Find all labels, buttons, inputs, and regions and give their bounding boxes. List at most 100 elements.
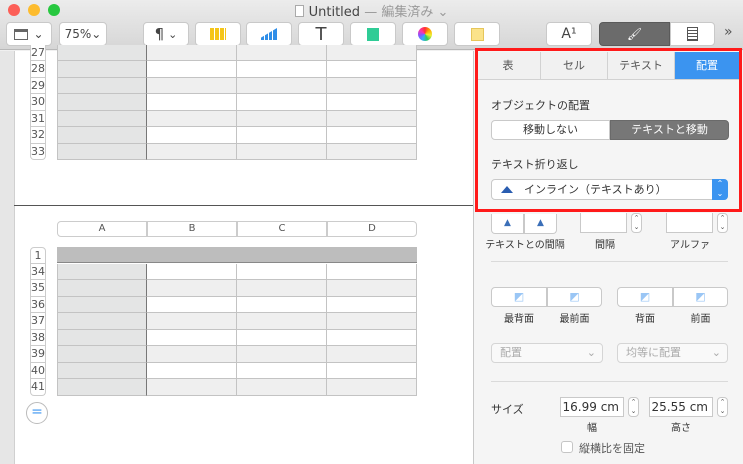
toolbar-overflow-button[interactable]: » bbox=[724, 24, 733, 40]
table-cell[interactable] bbox=[237, 61, 327, 78]
table-cell[interactable] bbox=[147, 61, 237, 78]
width-input[interactable]: 16.99 cm bbox=[560, 397, 624, 417]
column-header[interactable]: C bbox=[237, 221, 327, 237]
table-cell[interactable] bbox=[237, 44, 327, 61]
table-cell[interactable] bbox=[327, 379, 417, 396]
column-header[interactable]: B bbox=[147, 221, 237, 237]
table-cell[interactable] bbox=[327, 313, 417, 330]
table-cell[interactable] bbox=[327, 44, 417, 61]
table-cell[interactable] bbox=[327, 94, 417, 111]
align-dropdown[interactable]: 配置 ⌄ bbox=[491, 343, 603, 363]
text-box-button[interactable]: T bbox=[298, 22, 344, 46]
distribute-dropdown[interactable]: 均等に配置 ⌄ bbox=[617, 343, 728, 363]
table-cell[interactable] bbox=[327, 61, 417, 78]
spacing-input[interactable] bbox=[580, 213, 627, 233]
table-cell[interactable] bbox=[327, 77, 417, 94]
row-number[interactable]: 29 bbox=[30, 77, 46, 94]
format-button[interactable]: 🖌 bbox=[599, 22, 670, 46]
table-button[interactable] bbox=[195, 22, 241, 46]
table-cell[interactable] bbox=[147, 77, 237, 94]
table-cell[interactable] bbox=[327, 263, 417, 280]
table-cell[interactable] bbox=[237, 127, 327, 144]
paragraph-style-button[interactable]: ¶ ⌄ bbox=[143, 22, 189, 46]
width-stepper[interactable]: ⌃ ⌄ bbox=[628, 397, 639, 417]
table-cell[interactable] bbox=[327, 110, 417, 127]
table-cell[interactable] bbox=[57, 263, 147, 280]
shape-button[interactable] bbox=[350, 22, 396, 46]
table-cell[interactable] bbox=[327, 143, 417, 160]
row-number[interactable]: 36 bbox=[30, 296, 46, 313]
table-cell[interactable] bbox=[57, 362, 147, 379]
table-cell[interactable] bbox=[57, 77, 147, 94]
table-cell[interactable] bbox=[147, 94, 237, 111]
table-cell[interactable] bbox=[57, 313, 147, 330]
constrain-proportions-checkbox[interactable] bbox=[561, 441, 573, 453]
tab-1[interactable]: セル bbox=[541, 52, 608, 80]
table-cell[interactable] bbox=[237, 94, 327, 111]
table-cell[interactable] bbox=[147, 44, 237, 61]
table-cell[interactable] bbox=[147, 110, 237, 127]
row-number[interactable]: 40 bbox=[30, 362, 46, 379]
table-cell[interactable] bbox=[147, 379, 237, 396]
table-cell[interactable] bbox=[147, 313, 237, 330]
bring-to-front-button[interactable]: ◩ bbox=[547, 287, 602, 307]
segment-do-not-move[interactable]: 移動しない bbox=[491, 120, 610, 140]
row-number[interactable]: 41 bbox=[30, 379, 46, 396]
table-cell[interactable] bbox=[147, 346, 237, 363]
bring-forward-button[interactable]: ◩ bbox=[673, 287, 728, 307]
row-number[interactable]: 31 bbox=[30, 110, 46, 127]
table-cell[interactable] bbox=[57, 61, 147, 78]
table-cell[interactable] bbox=[327, 362, 417, 379]
table-cell[interactable] bbox=[237, 362, 327, 379]
table-cell[interactable] bbox=[147, 296, 237, 313]
row-number[interactable]: 30 bbox=[30, 94, 46, 111]
table-cell[interactable] bbox=[327, 127, 417, 144]
send-to-back-button[interactable]: ◩ bbox=[491, 287, 547, 307]
table-cell[interactable] bbox=[57, 143, 147, 160]
table-cell[interactable] bbox=[327, 296, 417, 313]
header-row[interactable] bbox=[57, 247, 417, 263]
row-number[interactable]: 35 bbox=[30, 280, 46, 297]
text-wrap-dropdown[interactable]: インライン（テキストあり） ⌃ ⌄ bbox=[491, 179, 728, 200]
row-number[interactable]: 33 bbox=[30, 143, 46, 160]
send-backward-button[interactable]: ◩ bbox=[617, 287, 673, 307]
tab-3[interactable]: 配置 bbox=[675, 52, 740, 80]
table-cell[interactable] bbox=[57, 346, 147, 363]
table-cell[interactable] bbox=[57, 94, 147, 111]
wrap-spacing-left-button[interactable]: ▲ bbox=[491, 214, 524, 234]
edited-status[interactable]: — 編集済み bbox=[364, 5, 433, 20]
segment-move-with-text[interactable]: テキストと移動 bbox=[610, 120, 729, 140]
format-text-button[interactable]: A¹ bbox=[546, 22, 592, 46]
comment-button[interactable] bbox=[454, 22, 500, 46]
row-number[interactable]: 1 bbox=[30, 247, 46, 264]
table-cell[interactable] bbox=[327, 329, 417, 346]
media-button[interactable] bbox=[402, 22, 448, 46]
chart-button[interactable] bbox=[246, 22, 292, 46]
spacing-stepper[interactable]: ⌃ ⌄ bbox=[631, 213, 642, 233]
add-rows-button[interactable]: = bbox=[26, 402, 48, 424]
tab-2[interactable]: テキスト bbox=[608, 52, 675, 80]
table-cell[interactable] bbox=[147, 280, 237, 297]
alpha-stepper[interactable]: ⌃ ⌄ bbox=[717, 213, 728, 233]
table-cell[interactable] bbox=[147, 263, 237, 280]
column-header[interactable]: D bbox=[327, 221, 417, 237]
table-cell[interactable] bbox=[327, 346, 417, 363]
table-cell[interactable] bbox=[57, 110, 147, 127]
table-cell[interactable] bbox=[147, 362, 237, 379]
table-cell[interactable] bbox=[57, 127, 147, 144]
table-cell[interactable] bbox=[237, 143, 327, 160]
tab-0[interactable]: 表 bbox=[476, 52, 541, 80]
table-cell[interactable] bbox=[57, 280, 147, 297]
row-number[interactable]: 39 bbox=[30, 346, 46, 363]
row-number[interactable]: 37 bbox=[30, 313, 46, 330]
column-header[interactable]: A bbox=[57, 221, 147, 237]
table-cell[interactable] bbox=[237, 110, 327, 127]
view-button[interactable]: ⌄ bbox=[6, 22, 52, 46]
table-cell[interactable] bbox=[57, 296, 147, 313]
table-cell[interactable] bbox=[57, 379, 147, 396]
table-cell[interactable] bbox=[147, 127, 237, 144]
table-cell[interactable] bbox=[327, 280, 417, 297]
alpha-input[interactable] bbox=[666, 213, 713, 233]
zoom-dropdown[interactable]: 75% ⌄ bbox=[59, 22, 107, 46]
row-number[interactable]: 34 bbox=[30, 263, 46, 280]
